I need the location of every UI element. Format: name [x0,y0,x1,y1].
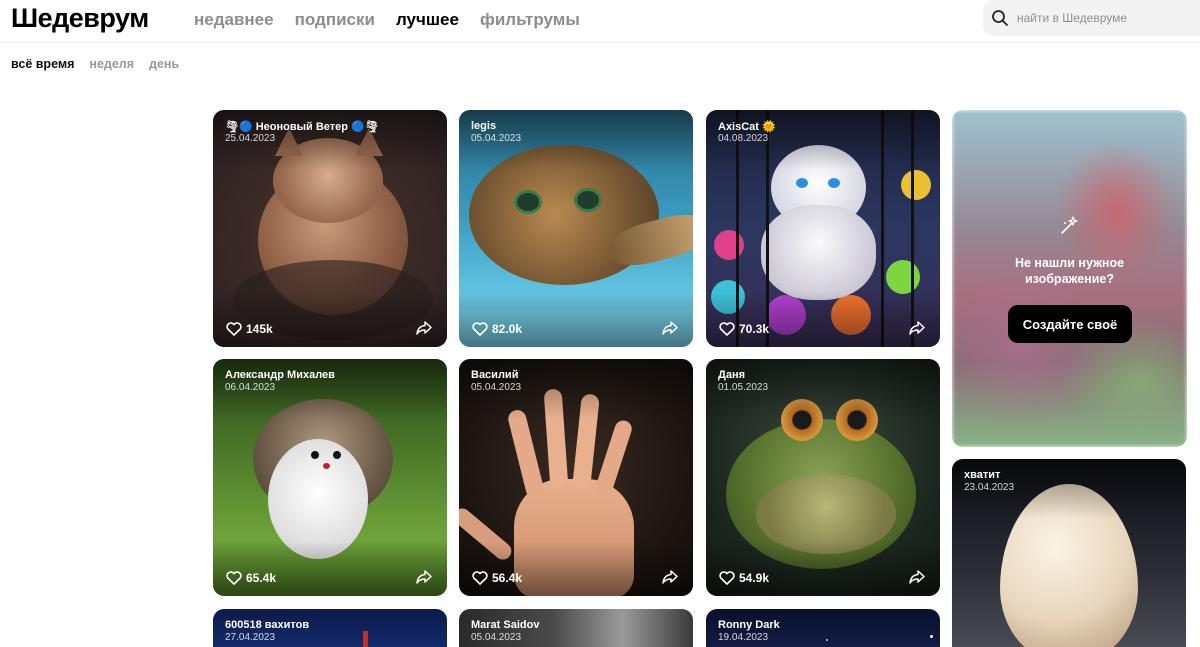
image-card[interactable]: Marat Saidov 05.04.2023 [459,609,693,647]
heart-icon [226,322,242,336]
image-card[interactable]: Даня 01.05.2023 54.9k [706,359,940,596]
image-card[interactable]: Ronny Dark 19.04.2023 [706,609,940,647]
share-icon[interactable] [661,320,679,336]
like-count: 56.4k [492,571,523,585]
like-button[interactable]: 82.0k [472,322,522,336]
image-card[interactable]: AxisCat 🌞 04.08.2023 70.3k [706,110,940,347]
card-date: 05.04.2023 [471,382,522,393]
image-card[interactable]: Александр Михалев 06.04.2023 65.4k [213,359,447,596]
card-date: 25.04.2023 [225,133,276,144]
like-count: 65.4k [246,571,277,585]
image-card[interactable]: legis 05.04.2023 82.0k [459,110,693,347]
period-all-time[interactable]: всё время [11,57,74,71]
image-card[interactable]: 🌪🔵 Неоновый Ветер 🔵🌪 25.04.2023 145k [213,110,447,347]
search-input[interactable] [1017,11,1187,25]
like-button[interactable]: 56.4k [472,571,522,585]
share-icon[interactable] [908,569,926,585]
like-count: 70.3k [739,322,770,336]
card-author[interactable]: хватит [964,469,1000,481]
card-author[interactable]: 600518 вахитов [225,619,309,631]
card-date: 23.04.2023 [964,482,1015,493]
card-author[interactable]: 🌪🔵 Неоновый Ветер 🔵🌪 [225,120,379,133]
heart-icon [719,571,735,585]
like-button[interactable]: 145k [226,322,273,336]
search-box[interactable] [983,0,1200,36]
card-date: 01.05.2023 [718,382,769,393]
heart-icon [472,571,488,585]
card-date: 04.08.2023 [718,133,769,144]
card-author[interactable]: Marat Saidov [471,619,539,631]
like-count: 54.9k [739,571,770,585]
share-icon[interactable] [661,569,679,585]
like-count: 82.0k [492,322,523,336]
main-nav: недавнее подписки лучшее фильтрумы [194,10,580,30]
nav-best[interactable]: лучшее [396,10,459,30]
like-count: 145k [246,322,273,336]
header: Шедеврум недавнее подписки лучшее фильтр… [0,0,1200,43]
like-button[interactable]: 65.4k [226,571,276,585]
like-button[interactable]: 54.9k [719,571,769,585]
logo[interactable]: Шедеврум [11,3,149,34]
card-date: 05.04.2023 [471,133,522,144]
sparkle-icon [1061,216,1078,234]
create-your-own-button[interactable]: Создайте своё [1008,305,1132,343]
promo-text: Не нашли нужное изображение? [1014,256,1125,286]
image-card[interactable]: хватит 23.04.2023 [952,459,1186,647]
share-icon[interactable] [415,320,433,336]
card-date: 27.04.2023 [225,632,276,643]
card-author[interactable]: AxisCat 🌞 [718,120,776,133]
share-icon[interactable] [908,320,926,336]
nav-recent[interactable]: недавнее [194,10,274,30]
card-author[interactable]: Александр Михалев [225,369,335,381]
period-week[interactable]: неделя [89,57,134,71]
create-promo: Не нашли нужное изображение? Создайте св… [952,110,1187,447]
image-card[interactable]: 600518 вахитов 27.04.2023 [213,609,447,647]
period-tabs: всё время неделя день [11,57,179,71]
card-date: 05.04.2023 [471,632,522,643]
nav-filtrums[interactable]: фильтрумы [480,10,580,30]
card-date: 06.04.2023 [225,382,276,393]
nav-subscriptions[interactable]: подписки [295,10,375,30]
search-icon[interactable] [983,0,1017,36]
like-button[interactable]: 70.3k [719,322,769,336]
card-author[interactable]: legis [471,120,496,132]
heart-icon [472,322,488,336]
card-date: 19.04.2023 [718,632,769,643]
card-author[interactable]: Даня [718,369,745,381]
period-day[interactable]: день [149,57,179,71]
card-author[interactable]: Василий [471,369,518,381]
share-icon[interactable] [415,569,433,585]
card-author[interactable]: Ronny Dark [718,619,780,631]
image-card[interactable]: Василий 05.04.2023 56.4k [459,359,693,596]
heart-icon [719,322,735,336]
heart-icon [226,571,242,585]
